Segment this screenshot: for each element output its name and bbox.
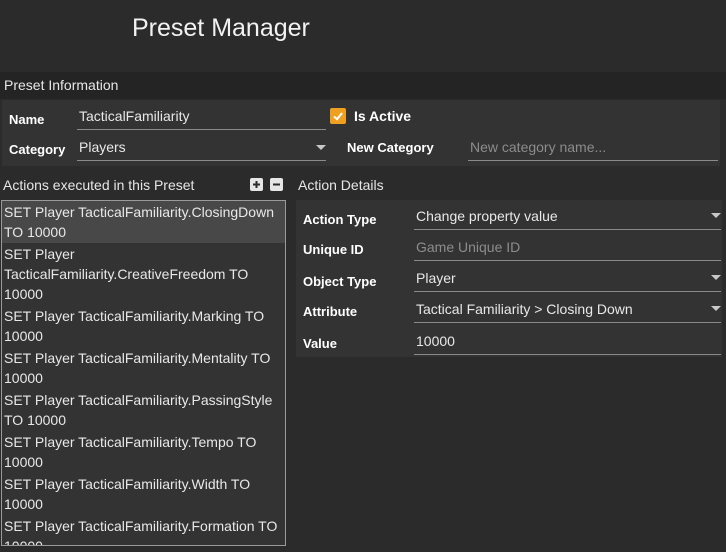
- list-item[interactable]: SET Player TacticalFamiliarity.Formation…: [2, 515, 285, 545]
- new-category-label: New Category: [347, 140, 434, 155]
- add-action-button[interactable]: [250, 178, 263, 191]
- category-select-value: Players: [79, 139, 126, 155]
- unique-id-placeholder: Game Unique ID: [416, 239, 521, 255]
- category-label: Category: [9, 142, 66, 157]
- list-item[interactable]: SET Player TacticalFamiliarity.Mentality…: [2, 347, 285, 389]
- checkmark-icon: [333, 112, 343, 121]
- action-type-select[interactable]: Change property value: [414, 205, 721, 230]
- category-select[interactable]: Players: [77, 137, 326, 161]
- chevron-down-icon: [711, 275, 721, 280]
- value-input-value: 10000: [416, 333, 455, 349]
- actions-header: Actions executed in this Preset: [3, 177, 195, 193]
- is-active-checkbox[interactable]: [330, 108, 346, 124]
- value-input[interactable]: 10000: [414, 330, 721, 355]
- action-details-header: Action Details: [298, 177, 384, 193]
- actions-list[interactable]: SET Player TacticalFamiliarity.ClosingDo…: [1, 200, 286, 546]
- list-item[interactable]: SET Player TacticalFamiliarity.ClosingDo…: [2, 201, 285, 243]
- list-item[interactable]: SET Player TacticalFamiliarity.CreativeF…: [2, 243, 285, 305]
- preset-info-title: Preset Information: [4, 77, 119, 93]
- list-item[interactable]: SET Player TacticalFamiliarity.PassingSt…: [2, 389, 285, 431]
- object-type-select[interactable]: Player: [414, 267, 721, 292]
- list-item[interactable]: SET Player TacticalFamiliarity.Width TO …: [2, 473, 285, 515]
- chevron-down-icon: [711, 213, 721, 218]
- window-title: Preset Manager: [132, 14, 310, 42]
- action-type-label: Action Type: [303, 212, 377, 227]
- name-input-value: TacticalFamiliarity: [79, 108, 190, 124]
- is-active-label: Is Active: [354, 108, 412, 124]
- attribute-select[interactable]: Tactical Familiarity > Closing Down: [414, 298, 721, 323]
- object-type-label: Object Type: [303, 274, 377, 289]
- object-type-value: Player: [416, 270, 456, 286]
- new-category-input[interactable]: New category name...: [468, 137, 718, 161]
- list-item[interactable]: SET Player TacticalFamiliarity.Tempo TO …: [2, 431, 285, 473]
- name-input[interactable]: TacticalFamiliarity: [77, 106, 326, 130]
- attribute-value: Tactical Familiarity > Closing Down: [416, 301, 633, 317]
- chevron-down-icon: [316, 145, 326, 150]
- list-item[interactable]: SET Player TacticalFamiliarity.Marking T…: [2, 305, 285, 347]
- remove-action-button[interactable]: [270, 178, 283, 191]
- unique-id-input[interactable]: Game Unique ID: [414, 236, 721, 261]
- plus-icon: [253, 181, 260, 188]
- minus-icon: [273, 183, 280, 186]
- action-type-value: Change property value: [416, 208, 558, 224]
- attribute-label: Attribute: [303, 304, 358, 319]
- unique-id-label: Unique ID: [303, 242, 364, 257]
- value-label: Value: [303, 336, 337, 351]
- chevron-down-icon: [711, 306, 721, 311]
- name-label: Name: [9, 112, 45, 127]
- new-category-placeholder: New category name...: [470, 139, 607, 155]
